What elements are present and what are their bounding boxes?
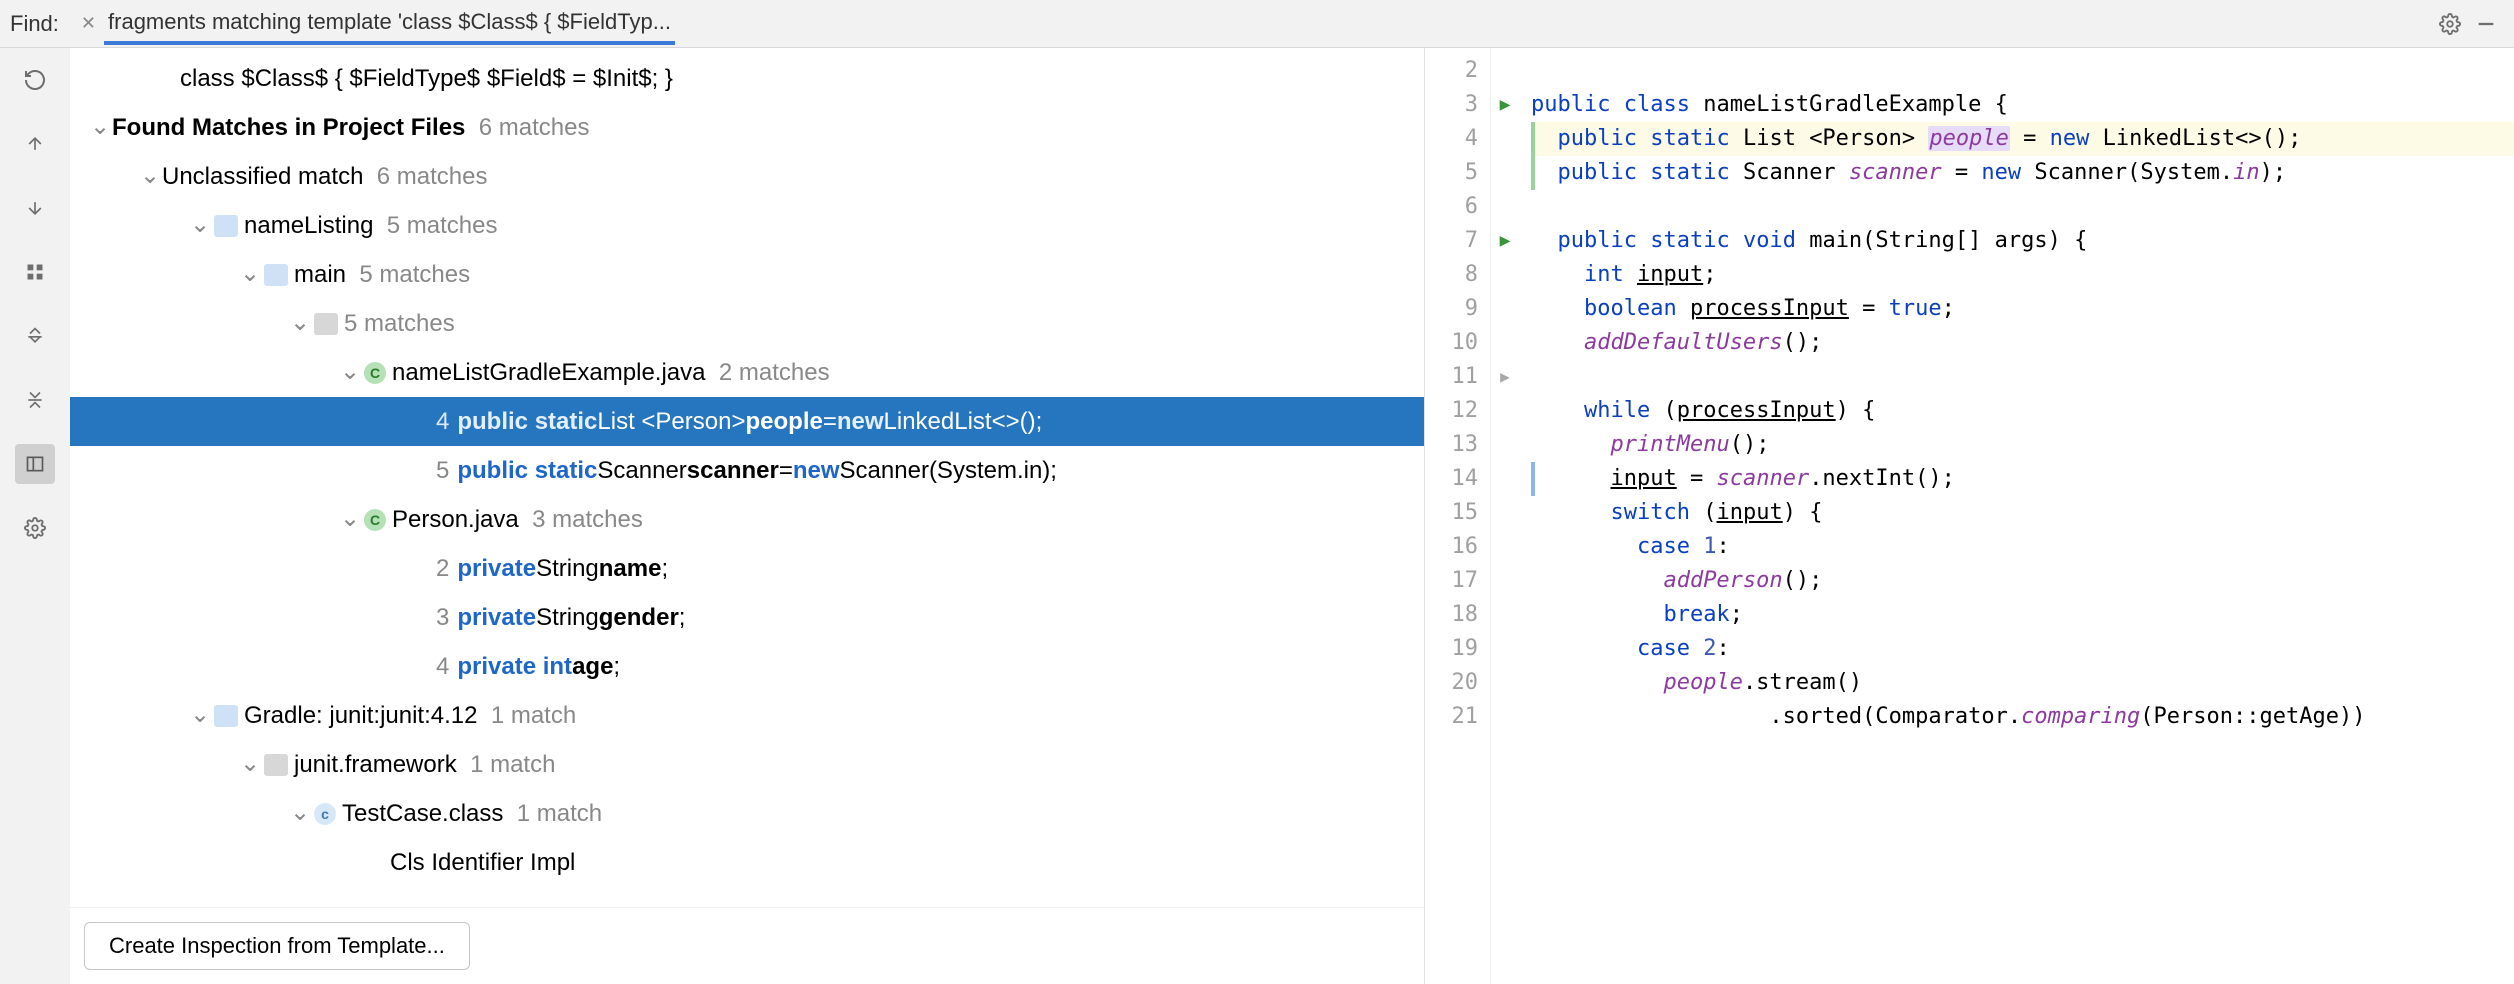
rerun-icon[interactable] xyxy=(15,60,55,100)
classfile-icon: c xyxy=(314,803,336,825)
match-count: 1 match xyxy=(517,800,602,828)
code-area[interactable]: public class nameListGradleExample { pub… xyxy=(1519,48,2514,984)
match-row[interactable]: 5 public static Scanner scanner = new Sc… xyxy=(70,446,1424,495)
library-name: Gradle: junit:junit:4.12 xyxy=(244,702,477,730)
line-number: 4 xyxy=(436,408,449,436)
gutter-marks: ▶▶▶ xyxy=(1491,48,1519,984)
chevron-down-icon[interactable]: ⌄ xyxy=(288,308,312,337)
group-icon[interactable] xyxy=(15,252,55,292)
match-count: 6 matches xyxy=(377,163,488,191)
chevron-down-icon[interactable]: ⌄ xyxy=(288,798,312,827)
match-count: 6 matches xyxy=(479,114,590,142)
file-name: nameListGradleExample.java xyxy=(392,359,706,387)
match-row[interactable]: 3 private String gender; xyxy=(70,593,1424,642)
chevron-down-icon[interactable]: ⌄ xyxy=(238,749,262,778)
results-tree[interactable]: class $Class$ { $FieldType$ $Field$ = $I… xyxy=(70,48,1424,907)
chevron-down-icon[interactable]: ⌄ xyxy=(138,161,162,190)
collapse-all-icon[interactable] xyxy=(15,380,55,420)
module-name: nameListing xyxy=(244,212,373,240)
module-icon xyxy=(214,215,238,237)
folder-name: main xyxy=(294,261,346,289)
match-row[interactable]: Cls Identifier Impl xyxy=(70,838,1424,887)
match-count: 1 match xyxy=(470,751,555,779)
match-row[interactable]: 2 private String name; xyxy=(70,544,1424,593)
library-icon xyxy=(214,705,238,727)
results-tree-panel: class $Class$ { $FieldType$ $Field$ = $I… xyxy=(70,48,1425,984)
package-row[interactable]: ⌄ 5 matches xyxy=(70,299,1424,348)
class-row[interactable]: ⌄ c TestCase.class 1 match xyxy=(70,789,1424,838)
expand-all-icon[interactable] xyxy=(15,316,55,356)
chevron-down-icon[interactable]: ⌄ xyxy=(238,259,262,288)
java-class-icon: C xyxy=(364,509,386,531)
module-row[interactable]: ⌄ nameListing 5 matches xyxy=(70,201,1424,250)
package-icon xyxy=(264,754,288,776)
unclassified-row[interactable]: ⌄ Unclassified match 6 matches xyxy=(70,152,1424,201)
find-toolbar: Find: ✕ fragments matching template 'cla… xyxy=(0,0,2514,48)
find-label: Find: xyxy=(10,11,73,37)
source-root-row[interactable]: ⌄ main 5 matches xyxy=(70,250,1424,299)
package-name: junit.framework xyxy=(294,751,457,779)
settings-icon[interactable] xyxy=(15,508,55,548)
java-class-icon: C xyxy=(364,362,386,384)
bottom-bar: Create Inspection from Template... xyxy=(70,907,1424,984)
package-row[interactable]: ⌄ junit.framework 1 match xyxy=(70,740,1424,789)
close-tab-icon[interactable]: ✕ xyxy=(73,13,104,34)
found-matches-row[interactable]: ⌄ Found Matches in Project Files 6 match… xyxy=(70,103,1424,152)
file-name: Person.java xyxy=(392,506,519,534)
chevron-down-icon[interactable]: ⌄ xyxy=(338,357,362,386)
preview-icon[interactable] xyxy=(15,444,55,484)
chevron-down-icon[interactable]: ⌄ xyxy=(338,504,362,533)
create-inspection-button[interactable]: Create Inspection from Template... xyxy=(84,922,470,970)
file-row[interactable]: ⌄ C Person.java 3 matches xyxy=(70,495,1424,544)
gear-icon[interactable] xyxy=(2432,6,2468,42)
query-text: class $Class$ { $FieldType$ $Field$ = $I… xyxy=(180,65,673,93)
down-arrow-icon[interactable] xyxy=(15,188,55,228)
group-label: Unclassified match xyxy=(162,163,363,191)
match-row[interactable]: 4 public static List <Person> people = n… xyxy=(70,397,1424,446)
match-count: 5 matches xyxy=(359,261,470,289)
chevron-down-icon[interactable]: ⌄ xyxy=(188,700,212,729)
chevron-down-icon[interactable]: ⌄ xyxy=(88,112,112,141)
class-name: TestCase.class xyxy=(342,800,503,828)
file-row[interactable]: ⌄ C nameListGradleExample.java 2 matches xyxy=(70,348,1424,397)
left-sidebar xyxy=(0,48,70,984)
match-row[interactable]: 4 private int age; xyxy=(70,642,1424,691)
code-preview: 23456789101112131415161718192021 ▶▶▶ pub… xyxy=(1425,48,2514,984)
package-icon xyxy=(314,313,338,335)
match-count: 3 matches xyxy=(532,506,643,534)
library-row[interactable]: ⌄ Gradle: junit:junit:4.12 1 match xyxy=(70,691,1424,740)
match-count: 5 matches xyxy=(387,212,498,240)
chevron-down-icon[interactable]: ⌄ xyxy=(188,210,212,239)
search-tab[interactable]: fragments matching template 'class $Clas… xyxy=(104,3,675,45)
line-gutter: 23456789101112131415161718192021 xyxy=(1425,48,1491,984)
query-row: class $Class$ { $FieldType$ $Field$ = $I… xyxy=(70,54,1424,103)
up-arrow-icon[interactable] xyxy=(15,124,55,164)
match-count: 5 matches xyxy=(344,310,455,338)
found-label: Found Matches in Project Files xyxy=(112,114,465,142)
folder-icon xyxy=(264,264,288,286)
minimize-icon[interactable] xyxy=(2468,6,2504,42)
match-count: 2 matches xyxy=(719,359,830,387)
line-number: 5 xyxy=(436,457,449,485)
match-count: 1 match xyxy=(491,702,576,730)
